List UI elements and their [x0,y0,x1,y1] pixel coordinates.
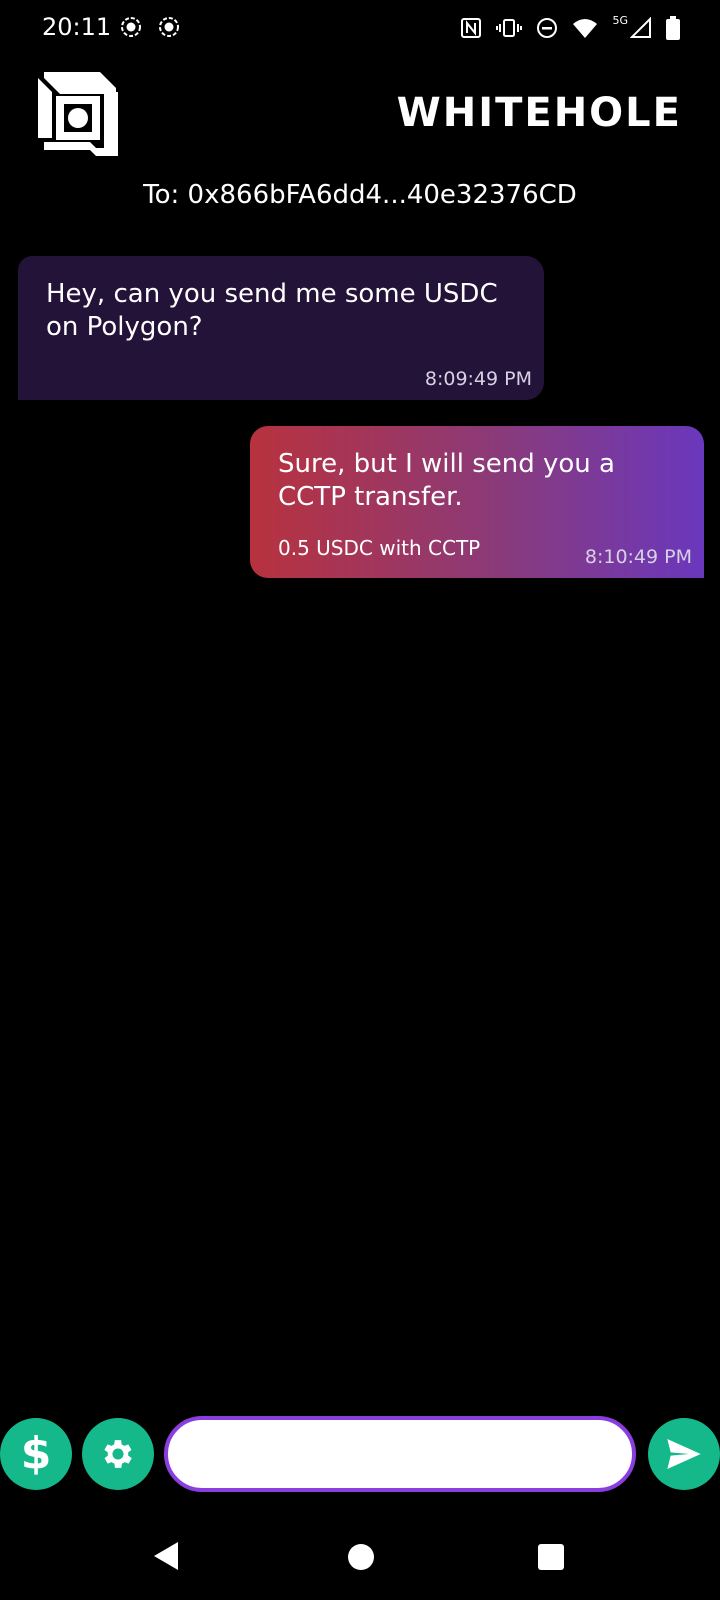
message-bubble-incoming: Hey, can you send me some USDC on Polygo… [18,256,544,400]
gear-icon [104,1440,132,1468]
message-input[interactable] [164,1416,636,1492]
home-icon[interactable] [348,1544,374,1570]
network-label: 5G [612,13,628,27]
transfer-detail[interactable]: 0.5 USDC with CCTP [278,536,480,560]
message-time: 8:09:49 PM [424,368,532,390]
message-text: Hey, can you send me some USDC on Polygo… [46,279,498,342]
wifi-icon [573,19,598,38]
nfc-icon [461,18,482,38]
status-time: 20:11 [42,13,112,41]
signal-icon [630,17,651,38]
message-time: 8:10:49 PM [584,546,692,568]
message-bubble-outgoing: Sure, but I will send you a CCTP transfe… [250,426,704,578]
send-money-button[interactable]: $ [0,1418,72,1490]
battery-icon [666,16,680,40]
send-button[interactable] [648,1418,720,1490]
app-logo-icon [38,72,118,156]
status-bar: 20:11 5G [0,0,720,56]
settings-button[interactable] [82,1418,154,1490]
recipient-address: To: 0x866bFA6dd4...40e32376CD [143,180,577,210]
record-icon [159,17,179,37]
recent-apps-icon[interactable] [538,1544,564,1570]
status-icons: 5G [460,13,680,43]
vibrate-icon [496,19,523,37]
system-nav-bar [0,1520,720,1600]
record-icon [121,17,141,37]
dnd-icon [537,18,558,38]
back-icon[interactable] [152,1540,180,1572]
send-icon [667,1439,701,1469]
brand-title: WHITEHOLE [396,90,682,136]
message-text: Sure, but I will send you a CCTP transfe… [278,449,615,512]
dollar-icon: $ [20,1428,52,1479]
